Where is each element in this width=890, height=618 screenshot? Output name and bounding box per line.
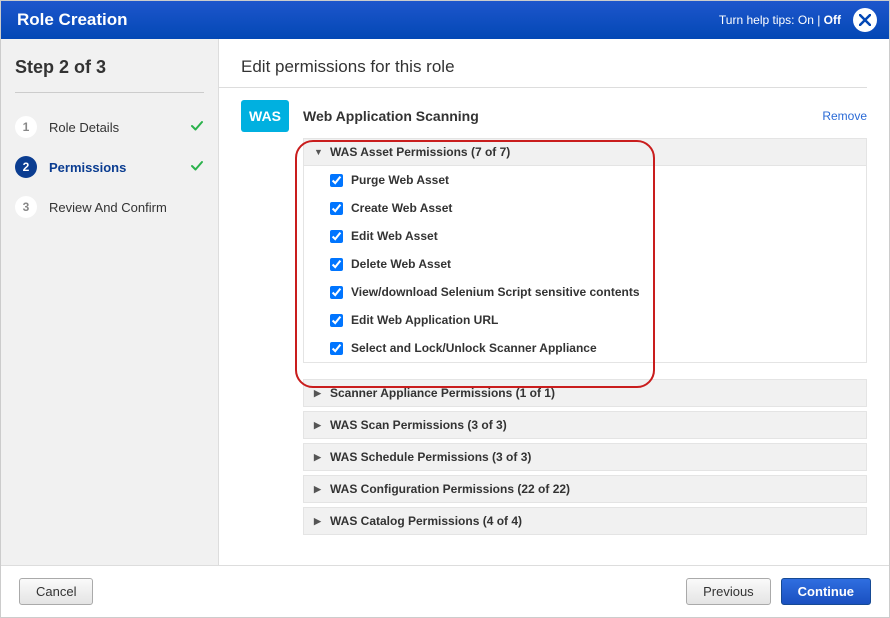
permission-checkbox[interactable] bbox=[330, 342, 343, 355]
step-label: Review And Confirm bbox=[49, 200, 204, 215]
wizard-step[interactable]: 2 Permissions bbox=[15, 147, 204, 187]
group-title: WAS Asset Permissions (7 of 7) bbox=[330, 145, 510, 159]
dialog-footer: Cancel Previous Continue bbox=[1, 565, 889, 617]
permission-label: Select and Lock/Unlock Scanner Appliance bbox=[351, 341, 597, 355]
close-icon bbox=[859, 14, 871, 26]
module-header: WAS Web Application Scanning Remove bbox=[241, 100, 867, 132]
permission-checkbox[interactable] bbox=[330, 202, 343, 215]
chevron-right-icon: ▶ bbox=[314, 420, 324, 431]
group-title: WAS Schedule Permissions (3 of 3) bbox=[330, 450, 531, 464]
group-title: WAS Catalog Permissions (4 of 4) bbox=[330, 514, 522, 528]
permission-item: Create Web Asset bbox=[304, 194, 866, 222]
dialog-title: Role Creation bbox=[17, 10, 128, 30]
step-list: 1 Role Details 2 Permissions 3 Review And Con… bbox=[15, 107, 204, 227]
permission-label: View/download Selenium Script sensitive … bbox=[351, 285, 640, 299]
step-number: 1 bbox=[15, 116, 37, 138]
permission-checkbox[interactable] bbox=[330, 258, 343, 271]
dialog-header: Role Creation Turn help tips: On | Off bbox=[1, 1, 889, 39]
step-indicator: Step 2 of 3 bbox=[15, 57, 204, 78]
permission-item: Delete Web Asset bbox=[304, 250, 866, 278]
wizard-sidebar: Step 2 of 3 1 Role Details 2 Permissions 3 Re… bbox=[1, 39, 219, 565]
previous-button[interactable]: Previous bbox=[686, 578, 771, 605]
content-wrap: WAS Web Application Scanning Remove ▼ WA… bbox=[241, 100, 867, 535]
group-header[interactable]: ▶ WAS Catalog Permissions (4 of 4) bbox=[303, 507, 867, 535]
help-tips-off[interactable]: Off bbox=[824, 13, 841, 27]
help-tips-on[interactable]: On bbox=[798, 13, 814, 27]
main-panel: Edit permissions for this role WAS Web A… bbox=[219, 39, 889, 565]
permission-list: Purge Web Asset Create Web Asset Edit Web … bbox=[303, 166, 867, 363]
permission-label: Edit Web Asset bbox=[351, 229, 438, 243]
permission-item: Edit Web Asset bbox=[304, 222, 866, 250]
dialog-body: Step 2 of 3 1 Role Details 2 Permissions 3 Re… bbox=[1, 39, 889, 565]
content-scroll[interactable]: WAS Web Application Scanning Remove ▼ WA… bbox=[219, 100, 889, 565]
permission-label: Purge Web Asset bbox=[351, 173, 449, 187]
group-header[interactable]: ▶ WAS Configuration Permissions (22 of 22… bbox=[303, 475, 867, 503]
permission-checkbox[interactable] bbox=[330, 230, 343, 243]
permission-checkbox[interactable] bbox=[330, 174, 343, 187]
header-right: Turn help tips: On | Off bbox=[719, 8, 877, 32]
divider bbox=[219, 87, 867, 88]
continue-button[interactable]: Continue bbox=[781, 578, 871, 605]
step-number: 2 bbox=[15, 156, 37, 178]
module-title: Web Application Scanning bbox=[303, 108, 479, 124]
group-header[interactable]: ▶ WAS Schedule Permissions (3 of 3) bbox=[303, 443, 867, 471]
group-header[interactable]: ▶ Scanner Appliance Permissions (1 of 1) bbox=[303, 379, 867, 407]
wizard-step[interactable]: 3 Review And Confirm bbox=[15, 187, 204, 227]
group-title: WAS Configuration Permissions (22 of 22) bbox=[330, 482, 570, 496]
chevron-right-icon: ▶ bbox=[314, 484, 324, 495]
check-icon bbox=[190, 119, 204, 136]
permission-checkbox[interactable] bbox=[330, 314, 343, 327]
close-button[interactable] bbox=[853, 8, 877, 32]
role-creation-dialog: Role Creation Turn help tips: On | Off S… bbox=[0, 0, 890, 618]
chevron-right-icon: ▶ bbox=[314, 516, 324, 527]
group-header-asset-permissions[interactable]: ▼ WAS Asset Permissions (7 of 7) bbox=[303, 138, 867, 166]
permission-checkbox[interactable] bbox=[330, 286, 343, 299]
page-title: Edit permissions for this role bbox=[219, 39, 889, 87]
module-badge: WAS bbox=[241, 100, 289, 132]
chevron-right-icon: ▶ bbox=[314, 388, 324, 399]
step-label: Role Details bbox=[49, 120, 178, 135]
divider bbox=[15, 92, 204, 93]
group-title: WAS Scan Permissions (3 of 3) bbox=[330, 418, 507, 432]
permission-label: Edit Web Application URL bbox=[351, 313, 498, 327]
permission-label: Delete Web Asset bbox=[351, 257, 451, 271]
chevron-right-icon: ▶ bbox=[314, 452, 324, 463]
cancel-button[interactable]: Cancel bbox=[19, 578, 93, 605]
permission-label: Create Web Asset bbox=[351, 201, 452, 215]
step-number: 3 bbox=[15, 196, 37, 218]
permission-item: Edit Web Application URL bbox=[304, 306, 866, 334]
permission-item: View/download Selenium Script sensitive … bbox=[304, 278, 866, 306]
step-label: Permissions bbox=[49, 160, 178, 175]
permission-item: Purge Web Asset bbox=[304, 166, 866, 194]
wizard-step[interactable]: 1 Role Details bbox=[15, 107, 204, 147]
permission-item: Select and Lock/Unlock Scanner Appliance bbox=[304, 334, 866, 362]
help-tips-toggle[interactable]: Turn help tips: On | Off bbox=[719, 13, 841, 27]
group-title: Scanner Appliance Permissions (1 of 1) bbox=[330, 386, 555, 400]
chevron-down-icon: ▼ bbox=[314, 147, 324, 157]
group-header[interactable]: ▶ WAS Scan Permissions (3 of 3) bbox=[303, 411, 867, 439]
remove-link[interactable]: Remove bbox=[822, 109, 867, 123]
check-icon bbox=[190, 159, 204, 176]
